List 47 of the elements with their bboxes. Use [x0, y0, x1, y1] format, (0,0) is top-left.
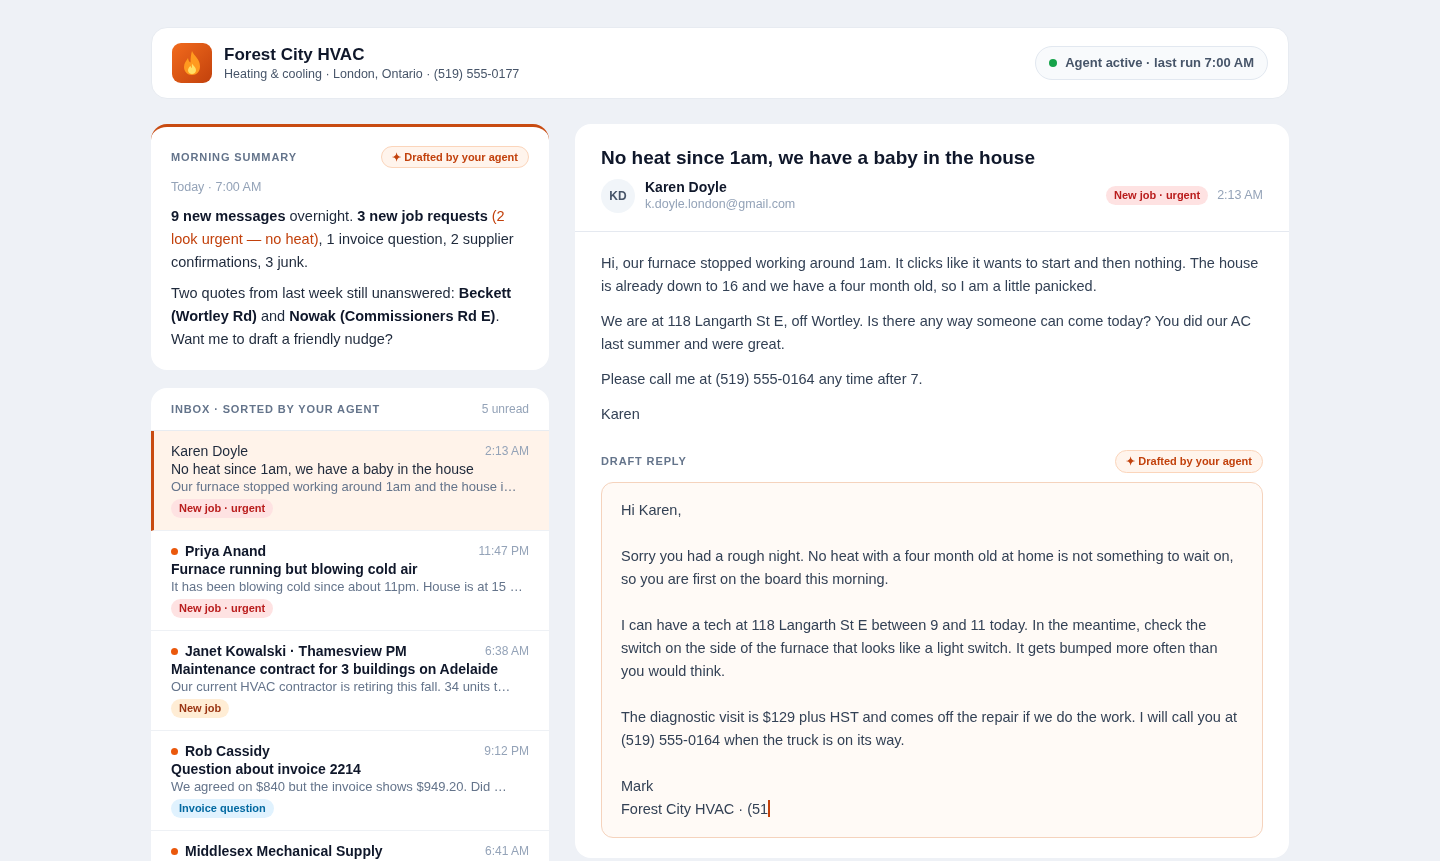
sender-name: Rob Cassidy	[185, 742, 270, 760]
message-subject: Question about invoice 2214	[171, 760, 362, 778]
message-subject: Maintenance contract for 3 buildings on Adelaide	[171, 660, 499, 678]
summary-paragraph: Two quotes from last week still unanswered: Beckett (Wortley Rd) and Nowak (Commissioners Rd E). Want me to draft a friendly nudge?	[171, 284, 513, 349]
summary-time: Today · 7:00 AM	[171, 179, 263, 196]
category-tag: New job	[171, 699, 230, 718]
message-time: 6:41 AM	[484, 843, 529, 860]
agent-status-text: Agent active · last run 7:00 AM	[1065, 54, 1254, 73]
sender-name: Janet Kowalski · Thamesview PM	[185, 642, 407, 660]
message-subject: No heat since 1am, we have a baby in the house	[601, 146, 1036, 170]
message-time: 2:13 AM	[1217, 187, 1263, 205]
message-preview: It has been blowing cold since about 11pm. House is at 15 …	[171, 578, 524, 595]
section-heading: MORNING SUMMARY	[171, 149, 297, 165]
sender-email: k.doyle.london@gmail.com	[645, 196, 796, 213]
category-tag: New job · urgent	[1105, 186, 1209, 205]
sender-name: Priya Anand	[185, 542, 267, 560]
message-paragraph: Please call me at (519) 555-0164 any time after 7.	[601, 370, 924, 389]
agent-drafted-tag: ✦ Drafted by your agent	[381, 146, 529, 168]
business-details: Heating & cooling · London, Ontario · (519) 555-0177	[224, 65, 520, 83]
section-heading: DRAFT REPLY	[601, 454, 687, 470]
message-time: 9:12 PM	[484, 743, 529, 760]
sender-name: Middlesex Mechanical Supply	[185, 842, 383, 860]
message-time: 6:38 AM	[484, 643, 529, 660]
business-name: Forest City HVAC	[224, 43, 366, 66]
draft-reply-field[interactable]: Hi Karen, Sorry you had a rough night. No heat with a four month old at home is not something to wait on, so you are first on the board this morning. I can have a tech at 118 Langarth St E between 9 and 11 today. In the meantime, check the switch on the side of the furnace that looks like a light switch. It gets bumped more often than you would think. The diagnostic visit is $129 plus HST and comes off the repair if we do the work. I will call you at (519) 555-0164 when the truck is on its way. Mark Forest City HVAC · (51	[601, 482, 1263, 838]
category-tag: New job · urgent	[171, 499, 274, 518]
unread-count: 5 unread	[481, 401, 529, 418]
message-time: 2:13 AM	[484, 443, 529, 460]
message-paragraph: Hi, our furnace stopped working around 1am. It clicks like it wants to start and then nothing. The house is already down to 16 and we have a four month old, so I am a little panicked.	[601, 254, 1260, 296]
flame-logo-icon	[172, 43, 212, 83]
inbox-message-item[interactable]: Karen Doyle 2:13 AM No heat since 1am, we have a baby in the house Our furnace stopped working around 1am and the house i… New job · urgent	[151, 431, 549, 531]
message-preview: We agreed on $840 but the invoice shows $949.20. Did …	[171, 778, 508, 795]
summary-paragraph: 9 new messages overnight. 3 new job requests (2 look urgent — no heat), 1 invoice question, 2 supplier confirmations, 3 junk.	[171, 207, 515, 272]
message-time: 11:47 PM	[478, 543, 529, 560]
category-tag: Invoice question	[171, 799, 274, 818]
message-preview: Our current HVAC contractor is retiring this fall. 34 units t…	[171, 678, 512, 695]
message-preview: Our furnace stopped working around 1am and the house i…	[171, 478, 518, 495]
message-paragraph: Karen	[601, 405, 641, 424]
section-heading: INBOX · SORTED BY YOUR AGENT	[171, 401, 380, 417]
sender-name: Karen Doyle	[645, 178, 728, 196]
sender-avatar: KD	[601, 178, 635, 213]
message-subject: Furnace running but blowing cold air	[171, 560, 419, 578]
message-subject: No heat since 1am, we have a baby in the house	[171, 460, 475, 478]
agent-drafted-tag: ✦ Drafted by your agent	[1115, 450, 1263, 473]
sender-name: Karen Doyle	[171, 442, 249, 460]
message-paragraph: We are at 118 Langarth St E, off Wortley. Is there any way someone can come today? You did our AC last summer and were great.	[601, 312, 1252, 354]
category-tag: New job · urgent	[171, 599, 274, 618]
